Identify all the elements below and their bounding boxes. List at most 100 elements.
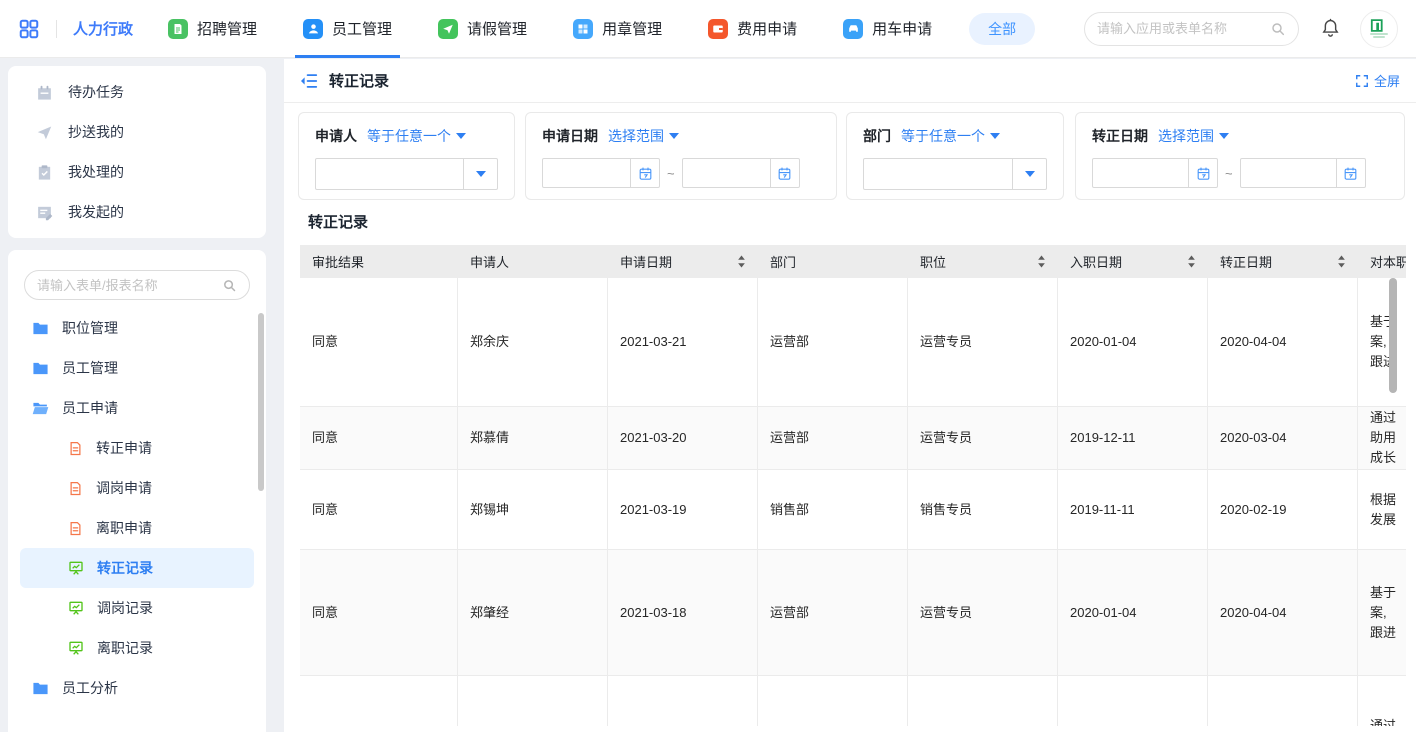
sidebar-search-input[interactable] (37, 278, 222, 293)
calendar-picker-button[interactable] (770, 159, 799, 187)
tab-label: 员工管理 (332, 18, 392, 39)
sort-icon[interactable] (1337, 255, 1346, 268)
tree-item-transfer-apply[interactable]: 调岗申请 (8, 468, 266, 508)
cell-department: 销售部 (758, 470, 908, 549)
sidebar-search[interactable] (24, 270, 250, 300)
filter-label-row: 转正日期选择范围 (1092, 126, 1388, 146)
filter-label-row: 部门等于任意一个 (863, 126, 1047, 146)
table-row[interactable]: 同意郑余庆2021-03-21运营部运营专员2020-01-042020-04-… (300, 278, 1406, 407)
tree-item-position-mgmt[interactable]: 职位管理 (8, 308, 266, 348)
tab-expense[interactable]: 费用申请 (685, 0, 820, 58)
select-caret-button[interactable] (1012, 159, 1046, 189)
tab-seal[interactable]: 用章管理 (550, 0, 685, 58)
table-scrollbar-thumb[interactable] (1389, 278, 1397, 393)
leave-send-icon (438, 19, 458, 39)
logo-text-line2 (1373, 36, 1385, 38)
cell-hire-date: 2019-11-11 (1058, 470, 1208, 549)
regularization-records-table: 审批结果申请人申请日期部门职位入职日期转正日期对本职 同意郑余庆2021-03-… (300, 245, 1406, 726)
table-row[interactable]: 同意郑锡坤2021-03-19销售部销售专员2019-11-112020-02-… (300, 470, 1406, 550)
filter-operator-dropdown[interactable]: 选择范围 (608, 126, 679, 146)
cell-remark: 根据 发展 (1358, 470, 1406, 549)
column-header-apply-date: 申请日期 (608, 245, 758, 278)
fullscreen-button[interactable]: 全屏 (1355, 71, 1400, 90)
column-header-label: 申请人 (470, 252, 509, 271)
filter-select-department[interactable] (863, 158, 1047, 190)
search-icon[interactable] (1270, 21, 1286, 37)
column-header-department: 部门 (758, 245, 908, 278)
select-caret-button[interactable] (463, 159, 497, 189)
filter-field-label: 申请日期 (542, 126, 598, 146)
tree-item-employee-analysis[interactable]: 员工分析 (8, 668, 266, 708)
cell-position: 运营专员 (908, 407, 1058, 469)
topbar-search[interactable] (1084, 12, 1299, 46)
tree-item-resignation-records[interactable]: 离职记录 (8, 628, 266, 668)
table-row[interactable]: 同意郑洪业2021-03-17运营部运营专员2019-12-112020-03-… (300, 676, 1406, 726)
filter-operator-dropdown[interactable]: 等于任意一个 (367, 126, 466, 146)
expense-wallet-icon (708, 19, 728, 39)
filter-operator-dropdown[interactable]: 选择范围 (1158, 126, 1229, 146)
tree-item-resignation-apply[interactable]: 离职申请 (8, 508, 266, 548)
sidebar-item-initiated-by-me[interactable]: 我发起的 (8, 192, 266, 232)
tree-item-label: 调岗记录 (97, 598, 153, 618)
filter-input-row: ~ (1092, 158, 1388, 188)
table-row[interactable]: 同意郑肇经2021-03-18运营部运营专员2020-01-042020-04-… (300, 550, 1406, 676)
calendar-picker-button[interactable] (1188, 159, 1217, 187)
filter-select-applicant[interactable] (315, 158, 498, 190)
tab-vehicle[interactable]: 用车申请 (820, 0, 955, 58)
sidebar-item-todo-tasks[interactable]: 待办任务 (8, 72, 266, 112)
sidebar-item-cc-to-me[interactable]: 抄送我的 (8, 112, 266, 152)
apps-grid-icon[interactable] (18, 18, 40, 40)
cell-apply-date: 2021-03-17 (608, 676, 758, 726)
tab-label: 请假管理 (467, 18, 527, 39)
range-separator: ~ (1225, 166, 1233, 181)
collapse-menu-icon[interactable] (300, 73, 318, 89)
column-header-regularization-date: 转正日期 (1208, 245, 1358, 278)
tree-item-transfer-records[interactable]: 调岗记录 (8, 588, 266, 628)
tree-item-label: 离职申请 (96, 518, 152, 538)
date-input-apply-date-end[interactable] (682, 158, 800, 188)
tree-item-employee-apply[interactable]: 员工申请 (8, 388, 266, 428)
workspace-name[interactable]: 人力行政 (73, 18, 133, 39)
cell-approval-result: 同意 (300, 550, 458, 675)
cell-position: 运营专员 (908, 278, 1058, 406)
main-header: 转正记录 全屏 (284, 59, 1416, 103)
filter-operator-label: 等于任意一个 (367, 126, 451, 146)
tree-item-employee-mgmt[interactable]: 员工管理 (8, 348, 266, 388)
filter-input-row (315, 158, 498, 190)
all-apps-button[interactable]: 全部 (969, 13, 1035, 45)
filter-operator-dropdown[interactable]: 等于任意一个 (901, 126, 1000, 146)
calendar-picker-button[interactable] (630, 159, 659, 187)
topbar-search-input[interactable] (1097, 21, 1270, 36)
chevron-down-icon (1219, 133, 1229, 139)
cell-regularization-date: 2020-03-04 (1208, 407, 1358, 469)
date-input-regularization-date-start[interactable] (1092, 158, 1218, 188)
column-header-label: 转正日期 (1220, 252, 1272, 271)
sidebar-scrollbar-thumb[interactable] (258, 313, 264, 491)
date-input-apply-date-start[interactable] (542, 158, 660, 188)
table-row[interactable]: 同意郑慕倩2021-03-20运营部运营专员2019-12-112020-03-… (300, 407, 1406, 470)
tab-employee[interactable]: 员工管理 (280, 0, 415, 58)
calendar-icon (777, 166, 792, 181)
calendar-picker-button[interactable] (1336, 159, 1365, 187)
tree-item-regularization-apply[interactable]: 转正申请 (8, 428, 266, 468)
search-icon[interactable] (222, 278, 237, 293)
cell-approval-result: 同意 (300, 470, 458, 549)
folder-icon (32, 361, 49, 376)
sidebar-item-handled-by-me[interactable]: 我处理的 (8, 152, 266, 192)
tree-item-regularization-records[interactable]: 转正记录 (20, 548, 254, 588)
tab-recruitment[interactable]: 招聘管理 (145, 0, 280, 58)
cell-applicant: 郑锡坤 (458, 470, 608, 549)
date-input-regularization-date-end[interactable] (1240, 158, 1366, 188)
sort-icon[interactable] (1037, 255, 1046, 268)
notification-bell-icon[interactable] (1321, 18, 1340, 39)
company-logo[interactable] (1360, 10, 1398, 48)
cell-hire-date: 2019-12-11 (1058, 407, 1208, 469)
table-header-row: 审批结果申请人申请日期部门职位入职日期转正日期对本职 (300, 245, 1406, 278)
sort-icon[interactable] (1187, 255, 1196, 268)
column-header-label: 审批结果 (312, 252, 364, 271)
cell-regularization-date: 2020-02-19 (1208, 470, 1358, 549)
column-header-approval-result: 审批结果 (300, 245, 458, 278)
paper-plane-icon (36, 124, 53, 141)
tab-leave[interactable]: 请假管理 (415, 0, 550, 58)
sort-icon[interactable] (737, 255, 746, 268)
